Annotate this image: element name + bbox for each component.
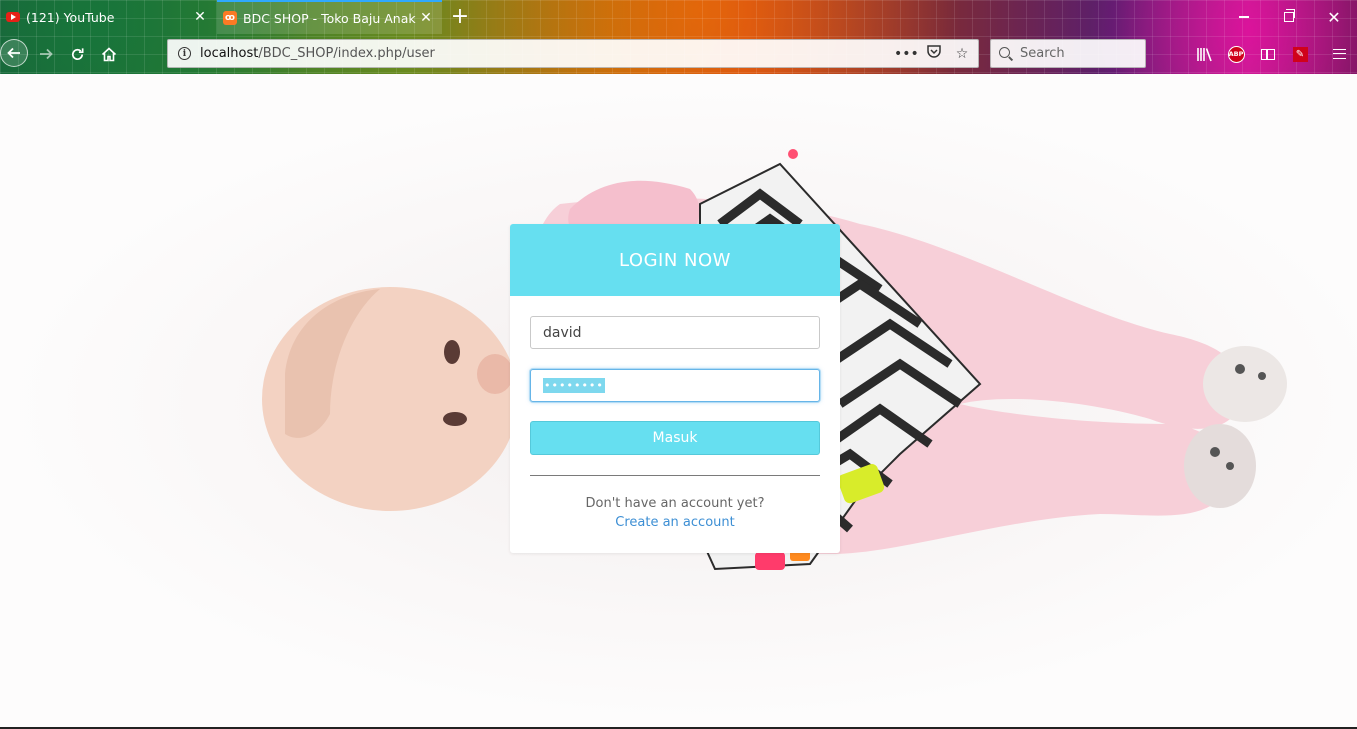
login-title: LOGIN NOW [510,224,840,296]
url-path: /BDC_SHOP/index.php/user [258,46,435,61]
reload-icon [71,47,83,60]
search-icon [999,46,1013,61]
url-host: localhost [200,46,259,61]
page-actions-icon[interactable]: ••• [894,46,919,62]
extension-pencil-icon[interactable]: ✎ [1287,41,1313,67]
username-value: david [543,324,582,341]
close-tab-icon[interactable]: ✕ [416,10,436,26]
page-viewport: LOGIN NOW david •••••••• Masuk Don't hav… [0,74,1357,729]
pocket-icon[interactable] [922,44,946,63]
password-field[interactable]: •••••••• [530,369,820,402]
navigation-toolbar: i localhost/BDC_SHOP/index.php/user ••• … [0,34,1357,74]
no-account-text: Don't have an account yet? [585,496,765,511]
restore-window-button[interactable] [1266,0,1312,34]
xampp-icon: ꝏ [223,11,237,25]
login-card: LOGIN NOW david •••••••• Masuk Don't hav… [510,224,840,553]
menu-icon[interactable] [1326,41,1352,67]
home-button[interactable] [95,41,123,67]
tab-title: (121) YouTube [26,9,115,25]
library-icon[interactable] [1191,41,1217,67]
sidebar-icon[interactable] [1255,41,1281,67]
create-account-link[interactable]: Create an account [510,515,840,530]
tab-youtube[interactable]: (121) YouTube ✕ [0,0,216,34]
back-button[interactable] [0,39,28,67]
reload-button[interactable] [63,41,91,67]
info-icon[interactable]: i [178,47,191,60]
url-bar[interactable]: i localhost/BDC_SHOP/index.php/user ••• … [167,39,979,68]
tab-title: BDC SHOP - Toko Baju Anak [243,10,416,26]
masuk-button[interactable]: Masuk [530,421,820,455]
search-placeholder: Search [1020,46,1065,61]
close-window-button[interactable]: ✕ [1311,0,1357,34]
new-tab-button[interactable]: + [446,2,474,32]
arrow-left-icon [7,47,20,59]
arrow-right-icon [40,48,53,60]
bookmark-star-icon[interactable]: ☆ [950,46,974,62]
adblock-plus-icon[interactable]: ABP [1223,41,1249,67]
tab-bdc-shop[interactable]: ꝏ BDC SHOP - Toko Baju Anak ✕ [217,0,442,34]
divider [530,475,820,476]
home-icon [101,46,117,61]
search-bar[interactable]: Search [990,39,1146,68]
password-value: •••••••• [543,378,605,393]
close-tab-icon[interactable]: ✕ [190,9,210,25]
browser-chrome: (121) YouTube ✕ ꝏ BDC SHOP - Toko Baju A… [0,0,1357,74]
tab-bar: (121) YouTube ✕ ꝏ BDC SHOP - Toko Baju A… [0,0,1357,34]
username-field[interactable]: david [530,316,820,349]
forward-button[interactable] [32,41,60,67]
minimize-window-button[interactable] [1221,0,1267,34]
youtube-icon [6,10,20,24]
